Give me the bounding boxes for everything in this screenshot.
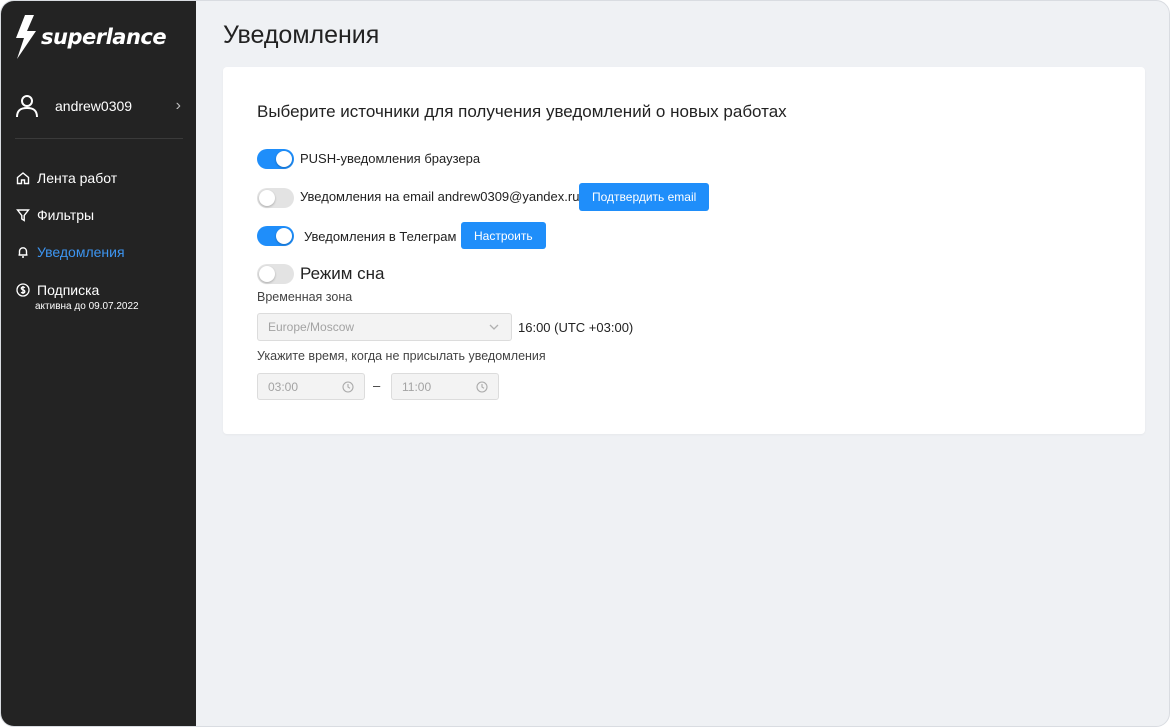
quiet-from-value: 03:00 (268, 379, 299, 394)
clock-icon (476, 380, 498, 393)
current-time: 16:00 (UTC +03:00) (518, 320, 634, 335)
sidebar-item-label: Фильтры (37, 207, 95, 223)
timezone-label: Временная зона (257, 290, 353, 304)
clock-icon (342, 380, 364, 393)
sleep-mode-toggle[interactable] (257, 264, 294, 284)
toggle-knob (276, 228, 292, 244)
push-label: PUSH-уведомления браузера (300, 151, 481, 166)
quiet-to-input[interactable]: 11:00 (391, 373, 499, 400)
sidebar-divider (15, 138, 183, 139)
push-toggle[interactable] (257, 149, 294, 169)
toggle-knob (259, 266, 275, 282)
notifications-card: Выберите источники для получения уведомл… (223, 67, 1145, 434)
page-title: Уведомления (223, 21, 380, 49)
sidebar: superlance andrew0309 › Лента работ Филь… (1, 1, 196, 726)
email-toggle[interactable] (257, 188, 294, 208)
card-heading: Выберите источники для получения уведомл… (257, 102, 787, 121)
sidebar-item-label: Лента работ (37, 170, 118, 186)
subscription-status: активна до 09.07.2022 (35, 301, 139, 312)
toggle-knob (259, 190, 275, 206)
sidebar-item-feed[interactable]: Лента работ (15, 170, 185, 186)
home-icon (15, 170, 31, 186)
quiet-hours-label: Укажите время, когда не присылать уведом… (257, 349, 546, 363)
time-range-separator: – (373, 378, 381, 393)
sidebar-item-label: Подписка (37, 282, 100, 298)
bell-icon (15, 244, 31, 260)
quiet-to-value: 11:00 (402, 379, 432, 394)
username: andrew0309 (55, 98, 133, 114)
sleep-mode-label: Режим сна (300, 264, 385, 283)
chevron-right-icon: › (175, 97, 181, 114)
configure-telegram-button[interactable]: Настроить (461, 222, 546, 249)
user-icon (15, 94, 39, 118)
chevron-down-icon (489, 321, 511, 333)
timezone-value: Europe/Moscow (268, 320, 355, 334)
lightning-logo-icon (16, 15, 36, 59)
sidebar-item-notifications[interactable]: Уведомления (15, 244, 185, 260)
app-window: superlance andrew0309 › Лента работ Филь… (0, 0, 1170, 727)
logo[interactable]: superlance (13, 13, 167, 61)
sidebar-item-filters[interactable]: Фильтры (15, 207, 185, 223)
user-menu[interactable]: andrew0309 › (15, 89, 185, 123)
telegram-toggle[interactable] (257, 226, 294, 246)
toggle-knob (276, 151, 292, 167)
quiet-from-input[interactable]: 03:00 (257, 373, 365, 400)
email-label: Уведомления на email andrew0309@yandex.r… (300, 189, 580, 204)
sidebar-item-label: Уведомления (37, 244, 125, 260)
filter-icon (15, 207, 31, 223)
confirm-email-button[interactable]: Подтвердить email (579, 183, 710, 211)
sidebar-item-subscription[interactable]: Подписка (15, 282, 185, 298)
dollar-icon (15, 282, 31, 298)
timezone-select[interactable]: Europe/Moscow (257, 313, 512, 341)
logo-text: superlance (41, 25, 167, 49)
telegram-label: Уведомления в Телеграм (304, 229, 457, 244)
